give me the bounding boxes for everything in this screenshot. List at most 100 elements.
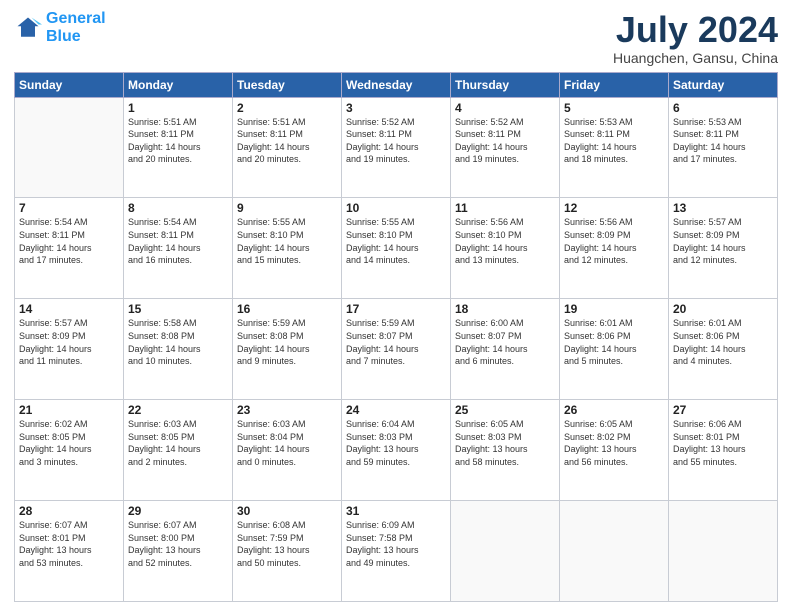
calendar-cell: 14Sunrise: 5:57 AM Sunset: 8:09 PM Dayli… [15, 299, 124, 400]
logo-blue: Blue [46, 28, 81, 45]
calendar-cell: 22Sunrise: 6:03 AM Sunset: 8:05 PM Dayli… [124, 400, 233, 501]
calendar-cell: 30Sunrise: 6:08 AM Sunset: 7:59 PM Dayli… [233, 501, 342, 602]
calendar-cell: 20Sunrise: 6:01 AM Sunset: 8:06 PM Dayli… [669, 299, 778, 400]
day-number: 28 [19, 504, 119, 518]
calendar-cell: 9Sunrise: 5:55 AM Sunset: 8:10 PM Daylig… [233, 198, 342, 299]
day-info: Sunrise: 6:05 AM Sunset: 8:02 PM Dayligh… [564, 418, 664, 468]
day-number: 13 [673, 201, 773, 215]
day-number: 4 [455, 101, 555, 115]
calendar-cell: 6Sunrise: 5:53 AM Sunset: 8:11 PM Daylig… [669, 97, 778, 198]
day-info: Sunrise: 5:59 AM Sunset: 8:08 PM Dayligh… [237, 317, 337, 367]
calendar-cell: 13Sunrise: 5:57 AM Sunset: 8:09 PM Dayli… [669, 198, 778, 299]
day-info: Sunrise: 5:55 AM Sunset: 8:10 PM Dayligh… [346, 216, 446, 266]
day-info: Sunrise: 6:00 AM Sunset: 8:07 PM Dayligh… [455, 317, 555, 367]
calendar-cell [560, 501, 669, 602]
day-info: Sunrise: 5:54 AM Sunset: 8:11 PM Dayligh… [128, 216, 228, 266]
day-number: 16 [237, 302, 337, 316]
calendar-cell: 25Sunrise: 6:05 AM Sunset: 8:03 PM Dayli… [451, 400, 560, 501]
calendar-cell: 11Sunrise: 5:56 AM Sunset: 8:10 PM Dayli… [451, 198, 560, 299]
weekday-header-friday: Friday [560, 72, 669, 97]
calendar-cell: 3Sunrise: 5:52 AM Sunset: 8:11 PM Daylig… [342, 97, 451, 198]
day-info: Sunrise: 6:01 AM Sunset: 8:06 PM Dayligh… [564, 317, 664, 367]
day-info: Sunrise: 5:53 AM Sunset: 8:11 PM Dayligh… [673, 116, 773, 166]
day-number: 10 [346, 201, 446, 215]
day-info: Sunrise: 6:07 AM Sunset: 8:00 PM Dayligh… [128, 519, 228, 569]
day-number: 30 [237, 504, 337, 518]
logo-icon [14, 14, 42, 42]
day-info: Sunrise: 5:51 AM Sunset: 8:11 PM Dayligh… [237, 116, 337, 166]
calendar-cell: 15Sunrise: 5:58 AM Sunset: 8:08 PM Dayli… [124, 299, 233, 400]
calendar-cell: 28Sunrise: 6:07 AM Sunset: 8:01 PM Dayli… [15, 501, 124, 602]
page: General Blue July 2024 Huangchen, Gansu,… [0, 0, 792, 612]
day-info: Sunrise: 6:04 AM Sunset: 8:03 PM Dayligh… [346, 418, 446, 468]
logo-general: General [46, 10, 106, 27]
day-number: 12 [564, 201, 664, 215]
calendar-cell [15, 97, 124, 198]
day-number: 5 [564, 101, 664, 115]
day-number: 27 [673, 403, 773, 417]
day-number: 1 [128, 101, 228, 115]
calendar-cell: 29Sunrise: 6:07 AM Sunset: 8:00 PM Dayli… [124, 501, 233, 602]
calendar-cell: 18Sunrise: 6:00 AM Sunset: 8:07 PM Dayli… [451, 299, 560, 400]
day-info: Sunrise: 6:01 AM Sunset: 8:06 PM Dayligh… [673, 317, 773, 367]
day-number: 22 [128, 403, 228, 417]
day-number: 20 [673, 302, 773, 316]
weekday-header-saturday: Saturday [669, 72, 778, 97]
header: General Blue July 2024 Huangchen, Gansu,… [14, 10, 778, 66]
day-info: Sunrise: 5:54 AM Sunset: 8:11 PM Dayligh… [19, 216, 119, 266]
day-info: Sunrise: 6:06 AM Sunset: 8:01 PM Dayligh… [673, 418, 773, 468]
calendar-cell: 23Sunrise: 6:03 AM Sunset: 8:04 PM Dayli… [233, 400, 342, 501]
week-row-5: 28Sunrise: 6:07 AM Sunset: 8:01 PM Dayli… [15, 501, 778, 602]
day-info: Sunrise: 6:03 AM Sunset: 8:04 PM Dayligh… [237, 418, 337, 468]
day-info: Sunrise: 5:56 AM Sunset: 8:09 PM Dayligh… [564, 216, 664, 266]
week-row-3: 14Sunrise: 5:57 AM Sunset: 8:09 PM Dayli… [15, 299, 778, 400]
calendar-cell: 26Sunrise: 6:05 AM Sunset: 8:02 PM Dayli… [560, 400, 669, 501]
day-number: 25 [455, 403, 555, 417]
day-number: 26 [564, 403, 664, 417]
weekday-header-wednesday: Wednesday [342, 72, 451, 97]
day-info: Sunrise: 5:51 AM Sunset: 8:11 PM Dayligh… [128, 116, 228, 166]
day-number: 18 [455, 302, 555, 316]
calendar-subtitle: Huangchen, Gansu, China [613, 50, 778, 66]
day-number: 9 [237, 201, 337, 215]
calendar-cell: 24Sunrise: 6:04 AM Sunset: 8:03 PM Dayli… [342, 400, 451, 501]
day-info: Sunrise: 5:59 AM Sunset: 8:07 PM Dayligh… [346, 317, 446, 367]
day-number: 8 [128, 201, 228, 215]
day-info: Sunrise: 6:02 AM Sunset: 8:05 PM Dayligh… [19, 418, 119, 468]
calendar-cell: 19Sunrise: 6:01 AM Sunset: 8:06 PM Dayli… [560, 299, 669, 400]
day-info: Sunrise: 6:03 AM Sunset: 8:05 PM Dayligh… [128, 418, 228, 468]
day-info: Sunrise: 5:52 AM Sunset: 8:11 PM Dayligh… [346, 116, 446, 166]
weekday-header-row: SundayMondayTuesdayWednesdayThursdayFrid… [15, 72, 778, 97]
week-row-2: 7Sunrise: 5:54 AM Sunset: 8:11 PM Daylig… [15, 198, 778, 299]
day-number: 19 [564, 302, 664, 316]
day-number: 24 [346, 403, 446, 417]
calendar-cell: 21Sunrise: 6:02 AM Sunset: 8:05 PM Dayli… [15, 400, 124, 501]
calendar-cell: 31Sunrise: 6:09 AM Sunset: 7:58 PM Dayli… [342, 501, 451, 602]
calendar-cell: 2Sunrise: 5:51 AM Sunset: 8:11 PM Daylig… [233, 97, 342, 198]
day-info: Sunrise: 6:08 AM Sunset: 7:59 PM Dayligh… [237, 519, 337, 569]
calendar-cell: 5Sunrise: 5:53 AM Sunset: 8:11 PM Daylig… [560, 97, 669, 198]
calendar-cell: 27Sunrise: 6:06 AM Sunset: 8:01 PM Dayli… [669, 400, 778, 501]
day-number: 21 [19, 403, 119, 417]
day-number: 6 [673, 101, 773, 115]
day-info: Sunrise: 5:52 AM Sunset: 8:11 PM Dayligh… [455, 116, 555, 166]
calendar-cell: 16Sunrise: 5:59 AM Sunset: 8:08 PM Dayli… [233, 299, 342, 400]
day-number: 3 [346, 101, 446, 115]
weekday-header-tuesday: Tuesday [233, 72, 342, 97]
day-number: 15 [128, 302, 228, 316]
day-info: Sunrise: 5:53 AM Sunset: 8:11 PM Dayligh… [564, 116, 664, 166]
weekday-header-thursday: Thursday [451, 72, 560, 97]
weekday-header-monday: Monday [124, 72, 233, 97]
calendar-cell: 7Sunrise: 5:54 AM Sunset: 8:11 PM Daylig… [15, 198, 124, 299]
day-info: Sunrise: 5:57 AM Sunset: 8:09 PM Dayligh… [19, 317, 119, 367]
title-block: July 2024 Huangchen, Gansu, China [613, 10, 778, 66]
day-info: Sunrise: 5:55 AM Sunset: 8:10 PM Dayligh… [237, 216, 337, 266]
day-info: Sunrise: 5:58 AM Sunset: 8:08 PM Dayligh… [128, 317, 228, 367]
calendar-cell: 8Sunrise: 5:54 AM Sunset: 8:11 PM Daylig… [124, 198, 233, 299]
calendar-cell: 12Sunrise: 5:56 AM Sunset: 8:09 PM Dayli… [560, 198, 669, 299]
logo: General Blue [14, 10, 106, 45]
calendar-title: July 2024 [613, 10, 778, 50]
day-number: 11 [455, 201, 555, 215]
day-number: 23 [237, 403, 337, 417]
day-info: Sunrise: 6:09 AM Sunset: 7:58 PM Dayligh… [346, 519, 446, 569]
